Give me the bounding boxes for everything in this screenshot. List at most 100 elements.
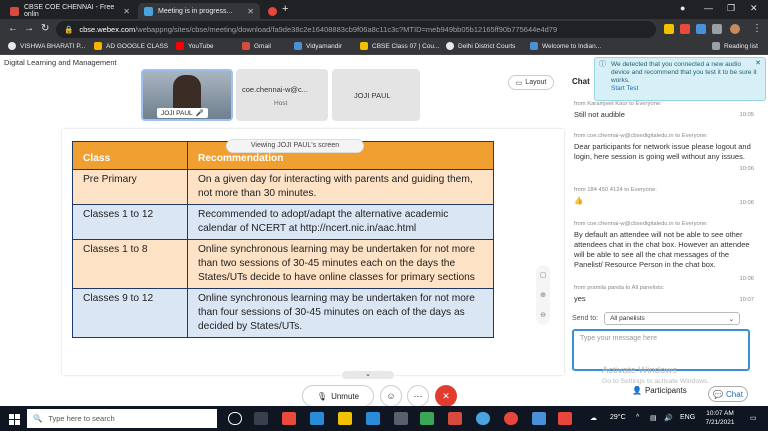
close-icon: ✕ (442, 390, 450, 401)
extension-icon[interactable] (664, 24, 674, 34)
webex-favicon-icon (144, 6, 153, 16)
gmail-icon (242, 42, 250, 50)
weather-icon[interactable]: ☁ (590, 414, 597, 422)
chevron-down-icon[interactable]: ⌄ (342, 371, 394, 379)
app-icon[interactable] (558, 412, 572, 425)
puzzle-icon[interactable] (712, 24, 722, 34)
store-icon[interactable] (366, 412, 380, 425)
kebab-menu-icon[interactable]: ⋮ (752, 23, 762, 34)
bookmark-item[interactable]: CBSE Class 07 | Cou... (360, 42, 439, 50)
maximize-icon[interactable]: ❐ (727, 3, 735, 14)
language-indicator[interactable]: ENG (680, 414, 695, 421)
close-icon[interactable]: ✕ (247, 7, 254, 16)
participant-name: JOJI PAUL (354, 91, 391, 100)
close-icon[interactable]: ✕ (755, 60, 761, 68)
host-role: Host (274, 100, 288, 107)
person-icon: 👤 (632, 386, 642, 395)
leave-meeting-button[interactable]: ✕ (435, 385, 457, 407)
extension-icon[interactable] (696, 24, 706, 34)
layout-button[interactable]: ▭ Layout (508, 75, 554, 90)
back-arrow-icon[interactable]: ← (8, 23, 18, 34)
taskbar-search-input[interactable]: 🔍 Type here to search (27, 409, 217, 428)
globe-icon (8, 42, 16, 50)
extension-icon[interactable] (680, 24, 690, 34)
more-options-button[interactable]: ⋯ (407, 385, 429, 407)
thumbs-up-icon: 👍 (574, 196, 584, 205)
close-icon[interactable]: ✕ (123, 7, 130, 16)
cortana-icon[interactable] (228, 412, 242, 425)
bookmark-icon (294, 42, 302, 50)
new-tab-icon[interactable]: + (282, 3, 288, 15)
file-explorer-icon[interactable] (338, 412, 352, 425)
share-toolbar: ▢ ⊕ ⊖ (536, 265, 550, 325)
bookmark-item[interactable]: VISHWA BHARATI P... (8, 42, 85, 50)
bookmark-item[interactable]: AD GOOGLE CLASS (94, 42, 168, 50)
volume-icon[interactable]: 🔊 (664, 414, 673, 422)
app-icon[interactable] (448, 412, 462, 425)
more-icon: ⋯ (413, 390, 423, 401)
send-to-label: Send to: (572, 315, 599, 322)
url-host: cbse.webex.com (79, 25, 136, 34)
chat-button[interactable]: 💬 Chat (708, 386, 748, 402)
bookmark-item[interactable]: Welcome to Indian... (530, 42, 601, 50)
participant-nametag: JOJI PAUL 🎤 (157, 108, 208, 118)
chat-message: from pramila panda to All panelists: yes… (574, 285, 754, 303)
bookmark-item[interactable]: Delhi District Courts (446, 42, 515, 50)
minimize-icon[interactable]: — (704, 3, 713, 13)
tab-recording[interactable] (262, 3, 280, 19)
participant-tile[interactable]: JOJI PAUL (332, 69, 420, 121)
windows-start-icon[interactable] (9, 414, 20, 425)
table-cell-class: Classes 1 to 8 (72, 239, 188, 289)
task-view-icon[interactable] (254, 412, 268, 425)
tab-cbse-coe[interactable]: CBSE COE CHENNAI - Free onlin ✕ (4, 3, 136, 19)
network-icon[interactable]: ▤ (650, 414, 657, 422)
app-icon[interactable] (420, 412, 434, 425)
reading-list-icon (712, 42, 720, 50)
forward-arrow-icon[interactable]: → (24, 23, 34, 34)
table-cell-class: Pre Primary (72, 169, 188, 205)
url-path: /webappng/sites/cbse/meeting/download/fa… (135, 25, 558, 34)
bookmark-item[interactable]: YouTube (176, 42, 214, 50)
bookmark-item[interactable]: Vidyamandir (294, 42, 342, 50)
zoom-fit-icon[interactable]: ▢ (540, 271, 547, 279)
app-icon[interactable] (532, 412, 546, 425)
mic-icon: 🎤 (195, 110, 204, 117)
zoom-out-icon[interactable]: ⊖ (540, 311, 546, 319)
bookmark-item[interactable]: Gmail (242, 42, 271, 50)
bookmark-icon (360, 42, 368, 50)
classroom-icon (94, 42, 102, 50)
viewing-banner[interactable]: Viewing JOJI PAUL's screen (226, 139, 364, 153)
window-close-icon[interactable]: ✕ (750, 3, 758, 14)
tab-label: Meeting is in progress... (158, 7, 233, 15)
chrome-icon[interactable] (476, 412, 490, 425)
table-cell-class: Classes 9 to 12 (72, 288, 188, 338)
chat-panel: Chat ⓘ ✕ We detected that you connected … (566, 55, 768, 406)
unmute-button[interactable]: 🎙 Unmute (302, 385, 374, 407)
reading-list[interactable]: Reading list (712, 42, 758, 50)
tab-meeting[interactable]: Meeting is in progress... ✕ (138, 3, 260, 19)
chrome-icon[interactable] (504, 412, 518, 425)
taskbar-clock[interactable]: 10:07 AM 7/21/2021 (700, 409, 740, 427)
send-to-select[interactable]: All panelists ⌄ (604, 312, 741, 325)
chat-message: from Karamjeet Kaur to Everyone: Still n… (574, 101, 754, 119)
profile-dot-icon[interactable]: ● (680, 3, 685, 13)
participants-button[interactable]: 👤 Participants (632, 386, 687, 395)
participant-video-tile[interactable]: JOJI PAUL 🎤 (141, 69, 233, 121)
url-bar[interactable]: 🔒 cbse.webex.com /webappng/sites/cbse/me… (56, 21, 656, 38)
tray-chevron-icon[interactable]: ^ (636, 414, 639, 421)
activate-windows-subtitle: Go to Settings to activate Windows. (602, 378, 710, 385)
chat-message: from coe.chennai-w@cbsedigitaledu.in to … (574, 221, 754, 282)
reactions-button[interactable]: ☺ (380, 385, 402, 407)
windows-taskbar: 🔍 Type here to search ☁ 29°C ^ ▤ 🔊 ENG 1… (0, 406, 768, 431)
bookmark-icon (530, 42, 538, 50)
app-icon[interactable] (282, 412, 296, 425)
host-tile[interactable]: coe.chennai-w@c... Host (236, 69, 328, 121)
edge-icon[interactable] (310, 412, 324, 425)
reload-icon[interactable]: ↻ (41, 23, 49, 34)
start-test-link[interactable]: Start Test (611, 85, 759, 93)
avatar[interactable] (730, 24, 740, 34)
weather-temp[interactable]: 29°C (610, 414, 626, 421)
notification-icon[interactable]: ▭ (750, 414, 757, 422)
zoom-in-icon[interactable]: ⊕ (540, 291, 546, 299)
app-icon[interactable] (394, 412, 408, 425)
